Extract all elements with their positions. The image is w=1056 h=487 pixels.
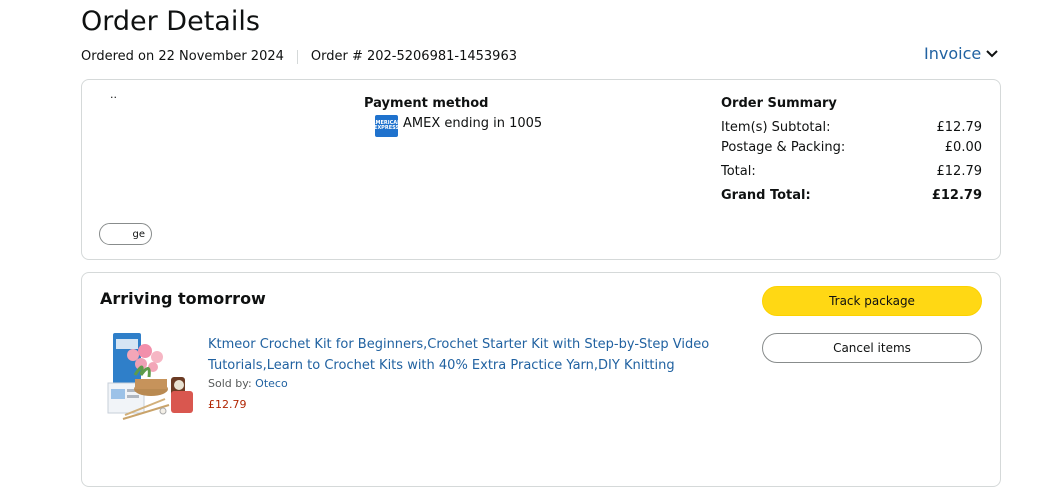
- meta-divider: [296, 49, 298, 64]
- order-date: Ordered on 22 November 2024: [81, 49, 284, 64]
- invoice-label: Invoice: [924, 44, 982, 63]
- summary-value: £12.79: [931, 188, 982, 203]
- change-address-button[interactable]: ge: [99, 223, 152, 245]
- summary-row-subtotal: Item(s) Subtotal: £12.79: [721, 120, 982, 135]
- payment-card-text: AMEX ending in 1005: [403, 116, 543, 131]
- product-price: £12.79: [208, 398, 247, 411]
- page-title: Order Details: [81, 6, 260, 37]
- product-image[interactable]: [105, 331, 197, 423]
- sold-by-label: Sold by:: [208, 377, 252, 390]
- summary-label: Item(s) Subtotal:: [721, 120, 831, 135]
- cancel-items-button[interactable]: Cancel items: [762, 333, 982, 363]
- sold-by: Sold by: Oteco: [208, 377, 288, 390]
- amex-card-icon: AMERICAN EXPRESS: [372, 115, 401, 137]
- delivery-status: Arriving tomorrow: [100, 289, 266, 308]
- track-package-button[interactable]: Track package: [762, 286, 982, 316]
- chevron-down-icon: [986, 49, 998, 57]
- summary-row-total: Total: £12.79: [721, 164, 982, 179]
- pill-label: ge: [132, 228, 146, 240]
- invoice-dropdown[interactable]: Invoice: [924, 44, 998, 63]
- summary-value: £12.79: [936, 164, 983, 179]
- product-title-link[interactable]: Ktmeor Crochet Kit for Beginners,Crochet…: [208, 334, 728, 376]
- order-meta: Ordered on 22 November 2024 Order # 202-…: [81, 49, 517, 64]
- address-fragment: ··: [110, 91, 117, 104]
- summary-row-postage: Postage & Packing: £0.00: [721, 140, 982, 155]
- order-number: Order # 202-5206981-1453963: [310, 49, 517, 64]
- pill-occluder: [103, 224, 121, 244]
- payment-method-title: Payment method: [364, 96, 489, 111]
- summary-row-grand-total: Grand Total: £12.79: [721, 188, 982, 203]
- summary-label: Grand Total:: [721, 188, 811, 203]
- summary-label: Total:: [721, 164, 756, 179]
- seller-link[interactable]: Oteco: [255, 377, 288, 390]
- summary-value: £0.00: [944, 140, 982, 155]
- summary-label: Postage & Packing:: [721, 140, 846, 155]
- summary-value: £12.79: [936, 120, 983, 135]
- order-summary-title: Order Summary: [721, 96, 837, 111]
